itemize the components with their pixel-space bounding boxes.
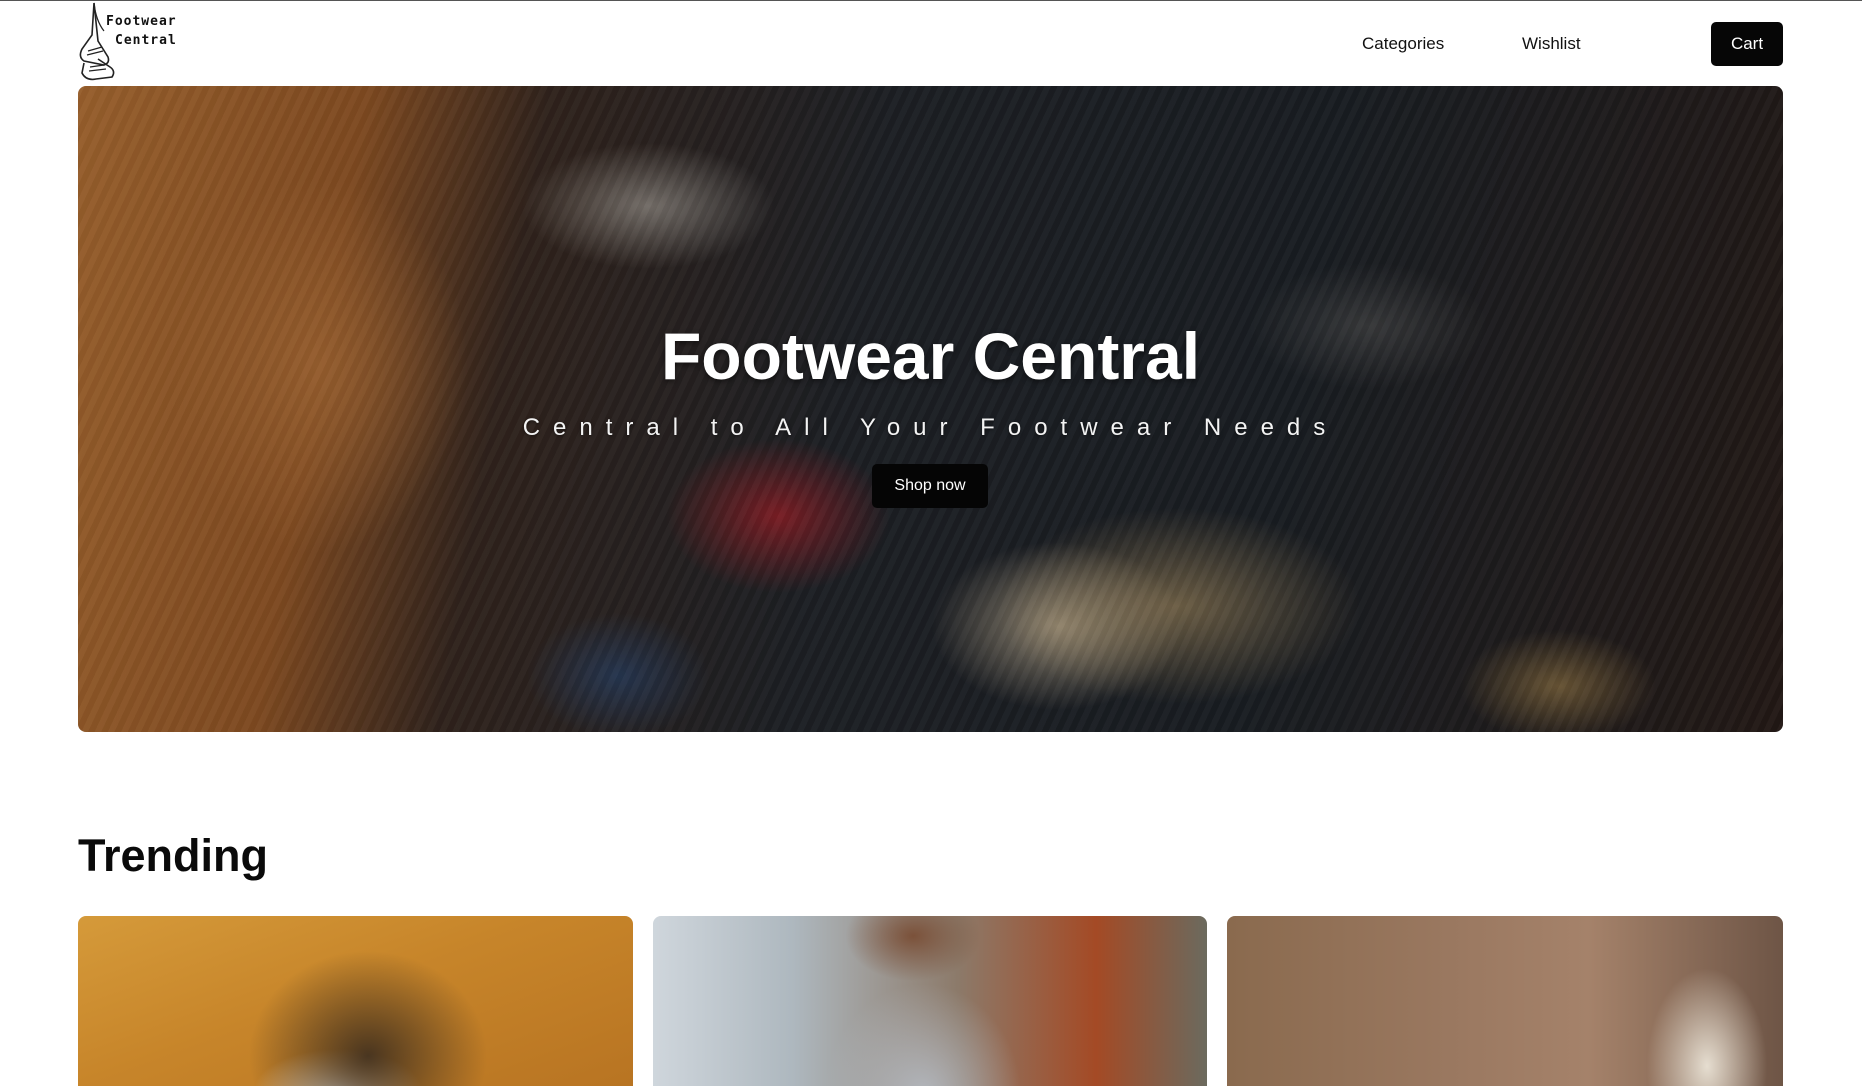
cart-button[interactable]: Cart bbox=[1711, 22, 1783, 66]
hero-subtitle: Central to All Your Footwear Needs bbox=[522, 414, 1339, 441]
logo[interactable]: Footwear Central bbox=[76, 1, 180, 83]
product-image bbox=[78, 916, 79, 917]
logo-text-line2: Central bbox=[115, 33, 177, 48]
main-nav: Categories Wishlist Cart bbox=[1362, 22, 1783, 66]
logo-text-line1: Footwear bbox=[106, 14, 177, 29]
hero-title: Footwear Central bbox=[660, 319, 1201, 393]
trending-card-3[interactable] bbox=[1227, 916, 1783, 1086]
trending-card-2[interactable] bbox=[653, 916, 1207, 1086]
product-image bbox=[653, 916, 654, 917]
trending-card-1[interactable] bbox=[78, 916, 633, 1086]
shop-now-button[interactable]: Shop now bbox=[872, 464, 988, 508]
nav-wishlist-link[interactable]: Wishlist bbox=[1522, 34, 1581, 54]
product-image bbox=[1227, 916, 1228, 917]
nav-categories-link[interactable]: Categories bbox=[1362, 34, 1444, 54]
trending-heading: Trending bbox=[78, 830, 268, 881]
hero-content: Footwear Central Central to All Your Foo… bbox=[78, 86, 1783, 732]
hero-banner: Footwear Central Central to All Your Foo… bbox=[78, 86, 1783, 732]
site-header: Footwear Central Categories Wishlist Car… bbox=[0, 1, 1862, 85]
